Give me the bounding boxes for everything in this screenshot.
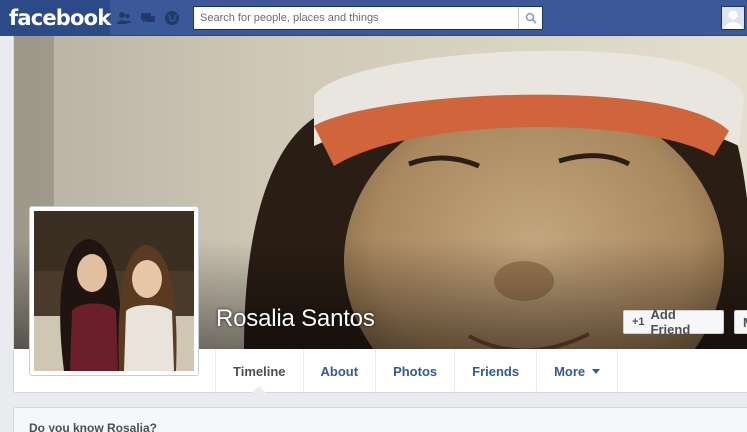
- tab-photos-label: Photos: [393, 363, 438, 379]
- messages-icon[interactable]: [140, 10, 156, 26]
- tab-about-label: About: [320, 363, 359, 379]
- profile-picture[interactable]: [29, 206, 199, 376]
- notifications-icon[interactable]: [164, 10, 180, 26]
- tab-timeline-label: Timeline: [233, 363, 286, 379]
- logo-container[interactable]: facebook: [0, 0, 111, 36]
- tab-friends-label: Friends: [472, 363, 520, 379]
- search-input[interactable]: [194, 7, 518, 29]
- tab-more-label: More: [554, 363, 586, 379]
- do-you-know-box: Do you know Rosalia?: [13, 407, 747, 432]
- do-you-know-title: Do you know Rosalia?: [29, 421, 158, 432]
- search-icon: [525, 12, 537, 24]
- friend-requests-icon[interactable]: [116, 10, 132, 26]
- tab-about[interactable]: About: [304, 349, 377, 393]
- search-box: [193, 6, 543, 30]
- profile-tabs: Timeline About Photos Friends More: [215, 349, 619, 394]
- tab-more[interactable]: More: [537, 349, 619, 393]
- tab-friends[interactable]: Friends: [455, 349, 538, 393]
- profile-header: Rosalia Santos +1 Add Friend M Timeline …: [13, 36, 747, 394]
- chevron-down-icon: [592, 368, 601, 374]
- message-label: M: [743, 315, 747, 330]
- add-friend-label: Add Friend: [650, 307, 691, 337]
- message-button[interactable]: M: [734, 310, 747, 334]
- top-navigation-bar: facebook: [0, 0, 747, 36]
- search-button[interactable]: [518, 7, 542, 29]
- tab-timeline[interactable]: Timeline: [216, 349, 304, 394]
- profile-name[interactable]: Rosalia Santos: [216, 305, 375, 333]
- add-friend-icon: +1: [632, 316, 645, 328]
- profile-avatar[interactable]: [721, 6, 745, 30]
- tab-photos[interactable]: Photos: [376, 349, 456, 393]
- facebook-logo[interactable]: facebook: [9, 4, 111, 32]
- add-friend-button[interactable]: +1 Add Friend: [623, 307, 724, 337]
